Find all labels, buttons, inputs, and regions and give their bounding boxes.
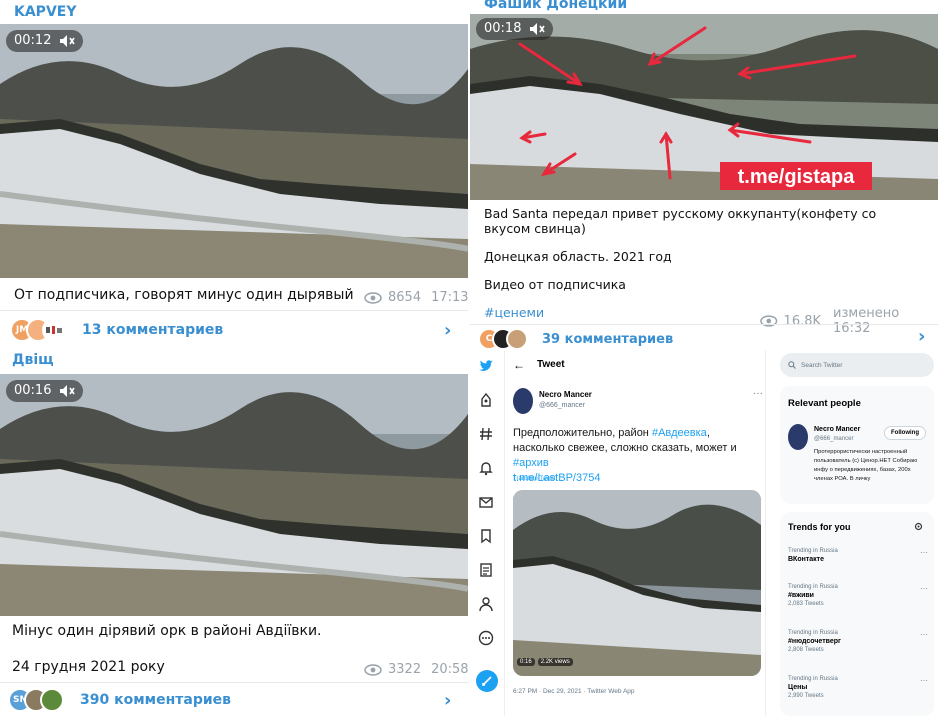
explore-icon[interactable] xyxy=(478,392,494,408)
views-eye-icon xyxy=(364,663,382,676)
divider xyxy=(0,310,468,311)
chevron-right-icon[interactable]: › xyxy=(444,320,451,341)
video-duration: 00:16 xyxy=(6,380,84,402)
hashtag-link[interactable]: #архив xyxy=(513,457,549,469)
translate-link[interactable]: Translate Tweet xyxy=(513,476,555,482)
post-date-line: 24 грудня 2021 року xyxy=(12,659,165,675)
post-dvishch: Двіщ 00:16 Мінус один дірявий орк в райо… xyxy=(0,350,468,716)
views-eye-icon xyxy=(364,291,382,304)
twitter-nav xyxy=(470,350,502,716)
trend-options-icon: ··· xyxy=(920,584,928,593)
trend-options-icon: ··· xyxy=(920,676,928,685)
channel-name[interactable]: Фашик Донецкий xyxy=(484,0,627,12)
profile-icon[interactable] xyxy=(478,596,494,612)
views-eye-icon xyxy=(760,315,778,327)
relevant-name[interactable]: Necro Mancer xyxy=(814,426,860,433)
trend-item[interactable]: Trending in Russia #нюдсочетверг 2,808 T… xyxy=(788,630,928,653)
trends-box: Trends for you Trending in Russia ВКонта… xyxy=(780,512,934,716)
relevant-bio: Протеррористически настроенный пользоват… xyxy=(814,449,918,482)
post-meta: 3322 20:58 xyxy=(364,662,468,677)
trend-item[interactable]: Trending in Russia Цены 2,990 Tweets ··· xyxy=(788,676,928,699)
post-kapvey: KAPVEY 00:12 От подписчика, говорят мину… xyxy=(0,0,468,350)
comments-count: 390 комментариев xyxy=(80,692,232,708)
video-duration: 00:12 xyxy=(6,30,84,52)
trend-options-icon: ··· xyxy=(920,630,928,639)
post-caption: От подписчика, говорят минус один дырявы… xyxy=(14,287,354,303)
video-thumbnail[interactable]: 00:12 xyxy=(0,24,468,278)
mute-icon xyxy=(60,385,76,397)
author-avatar[interactable] xyxy=(513,388,533,414)
chevron-right-icon[interactable]: › xyxy=(918,326,925,347)
trend-item[interactable]: Trending in Russia ВКонтакте ··· xyxy=(788,548,928,563)
compose-tweet-button[interactable] xyxy=(476,670,498,692)
relevant-title: Relevant people xyxy=(788,398,861,409)
post-time: 17:13 xyxy=(431,290,468,305)
mute-icon xyxy=(60,35,76,47)
following-button[interactable]: Following xyxy=(884,426,926,440)
avatar xyxy=(506,328,528,350)
post-time: 20:58 xyxy=(431,662,468,677)
back-arrow-icon[interactable]: ← xyxy=(513,358,525,372)
tweet-video[interactable]: 0:16 2.2K views xyxy=(513,490,761,676)
twitter-logo-icon[interactable] xyxy=(478,358,494,374)
post-meta: 8654 17:13 xyxy=(364,290,468,305)
list-icon[interactable] xyxy=(478,562,494,578)
views-count: 16.8K xyxy=(783,313,822,329)
hashtag-link[interactable]: #Авдеевка xyxy=(652,427,707,439)
more-icon[interactable] xyxy=(478,630,494,646)
comments-link[interactable]: SN 390 комментариев xyxy=(8,688,231,712)
trend-options-icon: ··· xyxy=(920,548,928,557)
settings-gear-icon[interactable] xyxy=(914,522,923,531)
views-count: 3322 xyxy=(388,662,422,677)
divider xyxy=(470,324,938,325)
comments-link[interactable]: C 39 комментариев xyxy=(478,328,673,350)
bookmark-icon[interactable] xyxy=(478,528,494,544)
tweet-column: ← Tweet Necro Mancer @666_mancer ··· Пре… xyxy=(504,350,766,716)
tweet-header: Tweet xyxy=(537,359,565,370)
views-count: 8654 xyxy=(388,290,422,305)
relevant-people-box: Relevant people Necro Mancer @666_mancer… xyxy=(780,386,934,504)
channel-name[interactable]: KAPVEY xyxy=(14,4,76,20)
video-thumbnail[interactable]: t.me/gistapa 00:18 xyxy=(470,14,938,200)
video-time-badge: 0:16 2.2K views xyxy=(517,658,573,666)
video-thumbnail[interactable]: 00:16 xyxy=(0,374,468,616)
relevant-handle[interactable]: @666_mancer xyxy=(814,436,853,442)
post-fashik: Фашик Донецкий t.me/gistapa 00:18 Bad Sa… xyxy=(470,0,938,350)
post-caption: Bad Santa передал привет русскому оккупа… xyxy=(484,206,877,236)
comments-count: 39 комментариев xyxy=(542,331,674,347)
channel-name[interactable]: Двіщ xyxy=(12,352,54,368)
mail-icon[interactable] xyxy=(478,494,494,510)
author-handle[interactable]: @666_mancer xyxy=(539,402,585,409)
post-caption-line2: Донецкая область. 2021 год xyxy=(484,249,672,264)
chevron-right-icon[interactable]: › xyxy=(444,690,451,711)
hashtag-link[interactable]: #ценеми xyxy=(484,304,544,322)
hashtag-icon[interactable] xyxy=(478,426,494,442)
mute-icon xyxy=(530,23,546,35)
twitter-screenshot: ← Tweet Necro Mancer @666_mancer ··· Пре… xyxy=(470,350,938,716)
tweet-footer: 6:27 PM · Dec 29, 2021 · Twitter Web App xyxy=(513,688,635,695)
watermark-text: t.me/gistapa xyxy=(738,166,856,188)
comments-count: 13 комментариев xyxy=(82,322,224,338)
avatar xyxy=(40,688,64,712)
author-name[interactable]: Necro Mancer xyxy=(539,390,592,399)
comments-link[interactable]: JM 13 комментариев xyxy=(10,318,223,342)
relevant-avatar[interactable] xyxy=(788,424,808,450)
video-duration: 00:18 xyxy=(476,18,554,40)
post-caption: Мінус один дірявий орк в районі Авдіївки… xyxy=(12,623,322,639)
post-meta: 16.8K изменено 16:32 xyxy=(760,306,938,336)
feather-icon xyxy=(482,676,492,686)
trend-item[interactable]: Trending in Russia #вживи 2,083 Tweets ·… xyxy=(788,584,928,607)
tweet-options-icon[interactable]: ··· xyxy=(753,388,763,399)
bell-icon[interactable] xyxy=(478,460,494,476)
divider xyxy=(0,682,468,683)
avatar xyxy=(42,318,66,342)
post-caption-line3: Видео от подписчика xyxy=(484,277,626,292)
twitter-sidebar: Search Twitter Relevant people Necro Man… xyxy=(778,350,938,716)
search-input[interactable]: Search Twitter xyxy=(780,353,934,377)
search-icon xyxy=(788,361,796,369)
trends-title: Trends for you xyxy=(788,522,851,532)
